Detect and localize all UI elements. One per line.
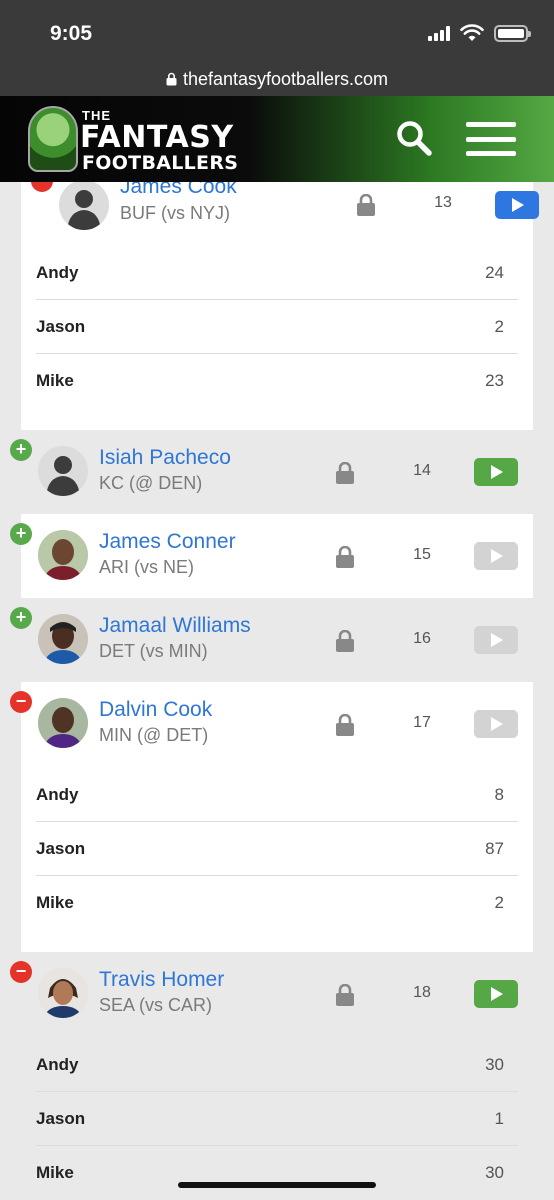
site-header: THE FANTASY FOOTBALLERS [0, 96, 554, 182]
expert-rank: 2 [494, 893, 504, 912]
player-row[interactable]: + Isiah Pacheco KC (@ DEN) 14 [10, 430, 533, 514]
player-row[interactable]: + James Conner ARI (vs NE) 15 [10, 514, 533, 598]
lock-icon [166, 72, 177, 86]
ranking-row: Mike 30 [36, 1146, 518, 1200]
ranking-row: Mike 2 [36, 876, 518, 930]
player-row[interactable]: − Dalvin Cook MIN (@ DET) 17 [10, 682, 533, 766]
player-rank: 18 [413, 984, 431, 1001]
status-time: 9:05 [50, 22, 93, 45]
ranking-row: Mike 23 [36, 354, 518, 408]
player-team: BUF (vs NYJ) [120, 203, 230, 223]
remove-player-button[interactable]: − [10, 691, 32, 713]
play-video-button[interactable] [474, 626, 518, 654]
expert-rank: 87 [485, 839, 504, 858]
ranking-row: Andy 24 [36, 246, 518, 300]
expert-name: Andy [36, 1055, 79, 1074]
player-team: KC (@ DEN) [99, 473, 203, 493]
player-name[interactable]: James Cook [120, 182, 237, 199]
player-row[interactable]: − James Cook BUF (vs NYJ) 13 [21, 182, 539, 236]
play-video-button[interactable] [474, 710, 518, 738]
ranking-row: Jason 1 [36, 1092, 518, 1146]
add-player-button[interactable]: + [10, 607, 32, 629]
player-name[interactable]: Isiah Pacheco [99, 446, 231, 470]
remove-player-button[interactable]: − [31, 182, 53, 192]
play-video-button[interactable] [474, 980, 518, 1008]
play-video-button[interactable] [474, 542, 518, 570]
expert-name: Andy [36, 785, 79, 804]
expert-rank: 24 [485, 263, 504, 282]
rankings-list: − James Cook BUF (vs NYJ) 13 Andy 24 Jaso… [0, 182, 554, 1200]
home-indicator[interactable] [178, 1182, 376, 1188]
expert-rankings: Andy 24 Jason 2 Mike 23 [21, 246, 533, 408]
player-row[interactable]: + Jamaal Williams DET (vs MIN) 16 [10, 598, 533, 682]
expert-name: Jason [36, 317, 86, 336]
expert-rank: 1 [494, 1109, 504, 1128]
microphone-logo-icon [28, 106, 78, 172]
ranking-row: Andy 8 [36, 768, 518, 822]
ranking-row: Jason 87 [36, 822, 518, 876]
search-icon[interactable] [394, 118, 434, 158]
lock-icon[interactable] [335, 714, 355, 736]
expert-name: Andy [36, 263, 79, 282]
logo-text-line2: FOOTBALLERS [82, 152, 239, 174]
player-name[interactable]: Dalvin Cook [99, 698, 212, 722]
status-bar: 9:05 [0, 0, 554, 62]
expert-name: Mike [36, 1163, 74, 1182]
lock-icon[interactable] [335, 630, 355, 652]
logo-text-line1: FANTASY [80, 120, 234, 155]
hamburger-menu-icon[interactable] [466, 122, 516, 156]
player-avatar [38, 530, 88, 580]
lock-icon[interactable] [356, 194, 376, 216]
expert-rank: 8 [494, 785, 504, 804]
expert-rank: 23 [485, 371, 504, 390]
player-team: MIN (@ DET) [99, 725, 209, 745]
lock-icon[interactable] [335, 546, 355, 568]
status-icons [428, 24, 531, 42]
player-team: ARI (vs NE) [99, 557, 195, 577]
url-text: thefantasyfootballers.com [182, 68, 389, 89]
player-rank: 16 [413, 630, 431, 647]
expert-rankings: Andy 30 Jason 1 Mike 30 [21, 1038, 533, 1200]
player-team: SEA (vs CAR) [99, 995, 213, 1015]
expert-name: Mike [36, 371, 74, 390]
ranking-row: Andy 30 [36, 1038, 518, 1092]
wifi-icon [460, 24, 484, 41]
remove-player-button[interactable]: − [10, 961, 32, 983]
player-rank: 13 [434, 194, 452, 211]
add-player-button[interactable]: + [10, 439, 32, 461]
lock-icon[interactable] [335, 462, 355, 484]
player-name[interactable]: James Conner [99, 530, 236, 554]
player-avatar [38, 968, 88, 1018]
player-team: DET (vs MIN) [99, 641, 208, 661]
player-name[interactable]: Jamaal Williams [99, 614, 251, 638]
ranking-row: Jason 2 [36, 300, 518, 354]
player-avatar [38, 698, 88, 748]
play-video-button[interactable] [474, 458, 518, 486]
battery-icon [494, 24, 531, 42]
play-video-button[interactable] [495, 191, 539, 219]
player-rank: 14 [413, 462, 431, 479]
address-bar[interactable]: thefantasyfootballers.com [0, 62, 554, 96]
expert-rankings: Andy 8 Jason 87 Mike 2 [21, 768, 533, 930]
player-name[interactable]: Travis Homer [99, 968, 224, 992]
player-avatar [38, 446, 88, 496]
cellular-signal-icon [428, 25, 450, 41]
expert-rank: 2 [494, 317, 504, 336]
site-logo[interactable]: THE FANTASY FOOTBALLERS [28, 104, 248, 174]
lock-icon[interactable] [335, 984, 355, 1006]
player-avatar [59, 182, 109, 230]
player-rank: 15 [413, 546, 431, 563]
player-rank: 17 [413, 714, 431, 731]
expert-rank: 30 [485, 1055, 504, 1074]
add-player-button[interactable]: + [10, 523, 32, 545]
expert-name: Jason [36, 1109, 86, 1128]
expert-name: Jason [36, 839, 86, 858]
expert-rank: 30 [485, 1163, 504, 1182]
expert-name: Mike [36, 893, 74, 912]
player-avatar [38, 614, 88, 664]
